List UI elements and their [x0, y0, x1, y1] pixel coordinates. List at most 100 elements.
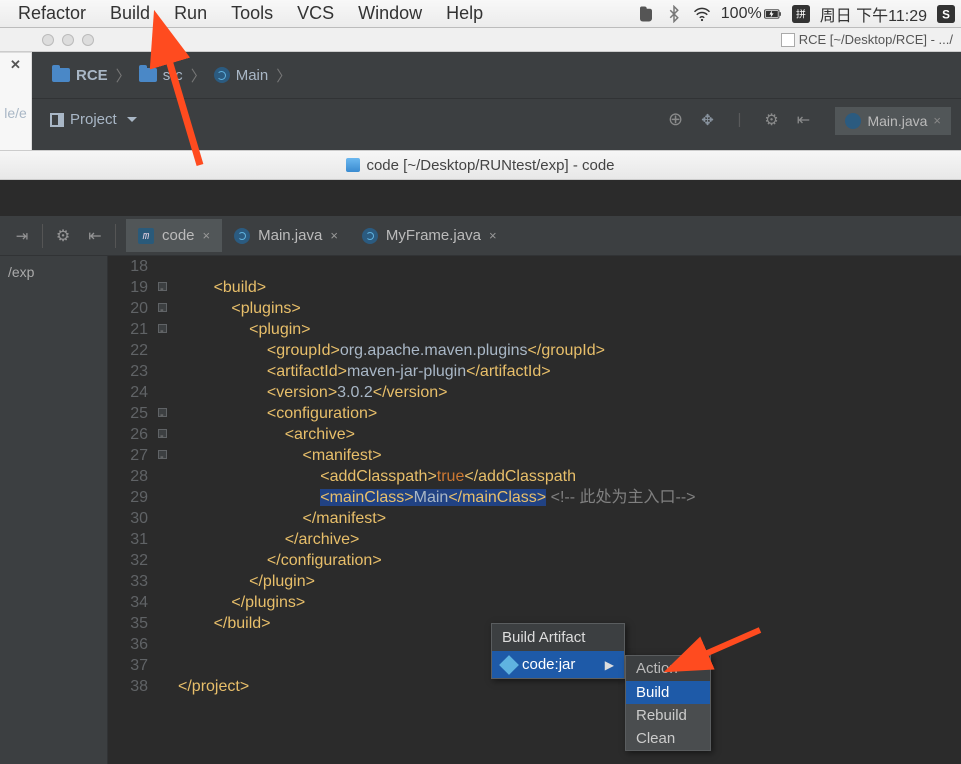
code-content[interactable]: </archive> — [178, 529, 961, 550]
code-line[interactable]: 29 <mainClass>Main</mainClass> <!-- 此处为主… — [108, 487, 961, 508]
fold-gutter[interactable] — [154, 445, 178, 466]
code-content[interactable]: <artifactId>maven-jar-plugin</artifactId… — [178, 361, 961, 382]
code-line[interactable]: 23 <artifactId>maven-jar-plugin</artifac… — [108, 361, 961, 382]
code-content[interactable]: </manifest> — [178, 508, 961, 529]
code-line[interactable]: 26 <archive> — [108, 424, 961, 445]
close-tab-icon[interactable]: × — [489, 228, 497, 243]
menu-tools[interactable]: Tools — [219, 1, 285, 26]
code-line[interactable]: 31 </archive> — [108, 529, 961, 550]
menu-refactor[interactable]: Refactor — [6, 1, 98, 26]
fold-gutter[interactable] — [154, 319, 178, 340]
hide-icon[interactable] — [793, 110, 813, 130]
code-line[interactable]: 25 <configuration> — [108, 403, 961, 424]
clock[interactable]: 周日 下午11:29 — [820, 2, 927, 26]
fold-gutter[interactable] — [154, 361, 178, 382]
battery-status[interactable]: 100% — [721, 5, 782, 23]
fold-toggle-icon[interactable] — [158, 282, 167, 291]
fold-toggle-icon[interactable] — [158, 303, 167, 312]
bluetooth-icon[interactable] — [665, 5, 683, 23]
fold-gutter[interactable] — [154, 655, 178, 676]
fold-gutter[interactable] — [154, 634, 178, 655]
fold-gutter[interactable] — [154, 256, 178, 277]
code-line[interactable]: 33 </plugin> — [108, 571, 961, 592]
code-content[interactable]: <manifest> — [178, 445, 961, 466]
code-content[interactable]: <version>3.0.2</version> — [178, 382, 961, 403]
fold-gutter[interactable] — [154, 613, 178, 634]
code-content[interactable]: <mainClass>Main</mainClass> <!-- 此处为主入口-… — [178, 487, 961, 508]
crumb-src[interactable]: src — [133, 67, 189, 84]
locate-icon[interactable] — [665, 110, 685, 130]
fold-gutter[interactable] — [154, 340, 178, 361]
close-tab-icon[interactable]: × — [203, 228, 211, 243]
code-content[interactable]: <addClasspath>true</addClasspath — [178, 466, 961, 487]
fold-gutter[interactable] — [154, 550, 178, 571]
gear-icon[interactable] — [761, 110, 781, 130]
project-view-selector[interactable]: Project — [42, 107, 145, 132]
editor-tab[interactable]: MyFrame.java× — [350, 219, 509, 252]
code-line[interactable]: 30 </manifest> — [108, 508, 961, 529]
code-content[interactable]: <archive> — [178, 424, 961, 445]
menu-run[interactable]: Run — [162, 1, 219, 26]
code-content[interactable]: <configuration> — [178, 403, 961, 424]
code-line[interactable]: 27 <manifest> — [108, 445, 961, 466]
gear-icon[interactable] — [53, 226, 73, 246]
action-rebuild[interactable]: Rebuild — [626, 704, 710, 727]
fold-gutter[interactable] — [154, 571, 178, 592]
fold-gutter[interactable] — [154, 508, 178, 529]
code-content[interactable]: </plugin> — [178, 571, 961, 592]
code-line[interactable]: 20 <plugins> — [108, 298, 961, 319]
code-line[interactable]: 38</project> — [108, 676, 961, 697]
fold-gutter[interactable] — [154, 382, 178, 403]
code-editor[interactable]: 18 19 <build>20 <plugins>21 <plugin>22 <… — [108, 256, 961, 764]
code-line[interactable]: 18 — [108, 256, 961, 277]
fold-gutter[interactable] — [154, 487, 178, 508]
fold-toggle-icon[interactable] — [158, 408, 167, 417]
wifi-icon[interactable] — [693, 5, 711, 23]
fold-toggle-icon[interactable] — [158, 324, 167, 333]
fold-gutter[interactable] — [154, 277, 178, 298]
code-line[interactable]: 21 <plugin> — [108, 319, 961, 340]
menu-vcs[interactable]: VCS — [285, 1, 346, 26]
crumb-root[interactable]: RCE — [46, 67, 114, 84]
hide-icon[interactable] — [85, 226, 105, 246]
code-content[interactable] — [178, 256, 961, 277]
code-content[interactable]: <groupId>org.apache.maven.plugins</group… — [178, 340, 961, 361]
crumb-main[interactable]: Main — [208, 67, 275, 84]
code-content[interactable]: <build> — [178, 277, 961, 298]
code-line[interactable]: 22 <groupId>org.apache.maven.plugins</gr… — [108, 340, 961, 361]
artifact-code-jar[interactable]: code:jar ▶ — [492, 651, 624, 678]
expand-icon[interactable]: ✥ — [697, 110, 717, 130]
code-line[interactable]: 19 <build> — [108, 277, 961, 298]
fold-gutter[interactable] — [154, 403, 178, 424]
code-line[interactable]: 24 <version>3.0.2</version> — [108, 382, 961, 403]
input-source-icon[interactable]: 拼 — [792, 5, 810, 23]
fold-gutter[interactable] — [154, 676, 178, 697]
close-tab-icon[interactable]: × — [933, 113, 941, 128]
sogou-icon[interactable]: S — [937, 5, 955, 23]
code-content[interactable]: </configuration> — [178, 550, 961, 571]
fold-toggle-icon[interactable] — [158, 429, 167, 438]
close-icon[interactable]: ✕ — [6, 53, 25, 77]
fold-toggle-icon[interactable] — [158, 450, 167, 459]
action-clean[interactable]: Clean — [626, 727, 710, 750]
fold-gutter[interactable] — [154, 529, 178, 550]
menu-help[interactable]: Help — [434, 1, 495, 26]
code-line[interactable]: 34 </plugins> — [108, 592, 961, 613]
fold-gutter[interactable] — [154, 298, 178, 319]
code-content[interactable]: </plugins> — [178, 592, 961, 613]
code-content[interactable]: </project> — [178, 676, 961, 697]
traffic-lights[interactable] — [30, 34, 106, 46]
tab-main-java[interactable]: Main.java × — [835, 105, 951, 135]
code-content[interactable]: <plugins> — [178, 298, 961, 319]
code-content[interactable]: <plugin> — [178, 319, 961, 340]
fold-gutter[interactable] — [154, 466, 178, 487]
editor-tab[interactable]: Main.java× — [222, 219, 350, 252]
expand-icon[interactable] — [12, 226, 32, 246]
fold-gutter[interactable] — [154, 424, 178, 445]
menu-window[interactable]: Window — [346, 1, 434, 26]
code-line[interactable]: 28 <addClasspath>true</addClasspath — [108, 466, 961, 487]
menu-build[interactable]: Build — [98, 1, 162, 26]
project-panel[interactable]: /exp — [0, 256, 108, 764]
code-line[interactable]: 32 </configuration> — [108, 550, 961, 571]
close-tab-icon[interactable]: × — [330, 228, 338, 243]
